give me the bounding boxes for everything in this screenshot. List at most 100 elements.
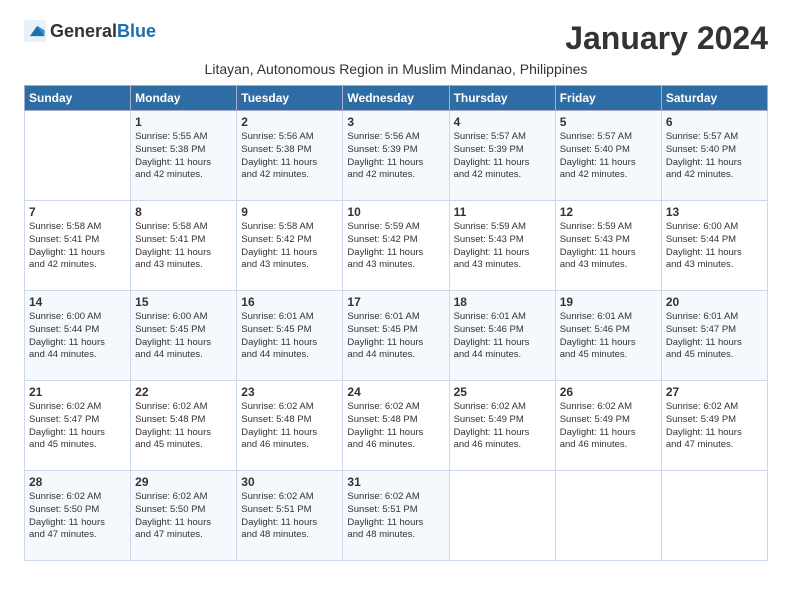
calendar-week-row: 7 Sunrise: 5:58 AM Sunset: 5:41 PM Daylig… — [25, 201, 768, 291]
day-info: Sunrise: 5:58 AM Sunset: 5:41 PM Dayligh… — [135, 221, 232, 272]
calendar-cell: 12Sunrise: 5:59 AM Sunset: 5:43 PM Dayli… — [555, 201, 661, 291]
day-number: 18 — [454, 295, 551, 309]
day-info: Sunrise: 6:02 AM Sunset: 5:51 PM Dayligh… — [241, 491, 338, 542]
day-number: 10 — [347, 205, 444, 219]
weekday-header-wednesday: Wednesday — [343, 86, 449, 111]
calendar-week-row: 28 Sunrise: 6:02 AM Sunset: 5:50 PM Dayli… — [25, 471, 768, 561]
day-info: Sunrise: 5:59 AM Sunset: 5:43 PM Dayligh… — [560, 221, 657, 272]
calendar-cell: 22 Sunrise: 6:02 AM Sunset: 5:48 PM Dayli… — [131, 381, 237, 471]
day-number: 2 — [241, 115, 338, 129]
calendar-cell: 23Sunrise: 6:02 AM Sunset: 5:48 PM Dayli… — [237, 381, 343, 471]
day-number: 7 — [29, 205, 126, 219]
day-info: Sunrise: 6:02 AM Sunset: 5:51 PM Dayligh… — [347, 491, 444, 542]
calendar-cell: 26 Sunrise: 6:02 AM Sunset: 5:49 PM Dayli… — [555, 381, 661, 471]
day-number: 1 — [135, 115, 232, 129]
day-number: 27 — [666, 385, 763, 399]
calendar-cell: 28Sunrise: 6:02 AM Sunset: 5:50 PM Dayli… — [25, 471, 131, 561]
weekday-header-sunday: Sunday — [25, 86, 131, 111]
day-info: Sunrise: 5:56 AM Sunset: 5:39 PM Dayligh… — [347, 131, 444, 182]
day-number: 4 — [454, 115, 551, 129]
weekday-header-monday: Monday — [131, 86, 237, 111]
calendar-cell: 24 Sunrise: 6:02 AM Sunset: 5:48 PM Dayli… — [343, 381, 449, 471]
day-info: Sunrise: 6:02 AM Sunset: 5:49 PM Dayligh… — [454, 401, 551, 452]
calendar-cell: 8 Sunrise: 5:58 AM Sunset: 5:41 PM Daylig… — [131, 201, 237, 291]
calendar-week-row: 1 Sunrise: 5:55 AM Sunset: 5:38 PM Daylig… — [25, 111, 768, 201]
day-info: Sunrise: 6:01 AM Sunset: 5:46 PM Dayligh… — [454, 311, 551, 362]
calendar-cell: 5 Sunrise: 5:57 AM Sunset: 5:40 PM Daylig… — [555, 111, 661, 201]
calendar-cell: 27 Sunrise: 6:02 AM Sunset: 5:49 PM Dayli… — [661, 381, 767, 471]
calendar-cell: 10Sunrise: 5:59 AM Sunset: 5:42 PM Dayli… — [343, 201, 449, 291]
calendar-cell: 20 Sunrise: 6:01 AM Sunset: 5:47 PM Dayli… — [661, 291, 767, 381]
day-info: Sunrise: 5:55 AM Sunset: 5:38 PM Dayligh… — [135, 131, 232, 182]
day-info: Sunrise: 6:00 AM Sunset: 5:44 PM Dayligh… — [29, 311, 126, 362]
calendar-cell: 29 Sunrise: 6:02 AM Sunset: 5:50 PM Dayli… — [131, 471, 237, 561]
day-number: 24 — [347, 385, 444, 399]
calendar-cell: 25 Sunrise: 6:02 AM Sunset: 5:49 PM Dayli… — [449, 381, 555, 471]
calendar-cell: 14 Sunrise: 6:00 AM Sunset: 5:44 PM Dayli… — [25, 291, 131, 381]
day-number: 9 — [241, 205, 338, 219]
day-number: 19 — [560, 295, 657, 309]
day-info: Sunrise: 6:00 AM Sunset: 5:44 PM Dayligh… — [666, 221, 763, 272]
day-number: 25 — [454, 385, 551, 399]
day-info: Sunrise: 6:02 AM Sunset: 5:48 PM Dayligh… — [135, 401, 232, 452]
calendar-cell: 7 Sunrise: 5:58 AM Sunset: 5:41 PM Daylig… — [25, 201, 131, 291]
generalblue-icon — [24, 20, 46, 42]
day-info: Sunrise: 6:02 AM Sunset: 5:49 PM Dayligh… — [666, 401, 763, 452]
logo-general: General — [50, 21, 117, 41]
day-number: 17 — [347, 295, 444, 309]
day-number: 3 — [347, 115, 444, 129]
calendar-week-row: 14 Sunrise: 6:00 AM Sunset: 5:44 PM Dayli… — [25, 291, 768, 381]
day-info: Sunrise: 6:00 AM Sunset: 5:45 PM Dayligh… — [135, 311, 232, 362]
calendar-cell: 11 Sunrise: 5:59 AM Sunset: 5:43 PM Dayli… — [449, 201, 555, 291]
calendar-cell — [449, 471, 555, 561]
calendar-cell: 15 Sunrise: 6:00 AM Sunset: 5:45 PM Dayli… — [131, 291, 237, 381]
calendar-cell: 17Sunrise: 6:01 AM Sunset: 5:45 PM Dayli… — [343, 291, 449, 381]
calendar-cell: 6Sunrise: 5:57 AM Sunset: 5:40 PM Daylig… — [661, 111, 767, 201]
weekday-header-row: SundayMondayTuesdayWednesdayThursdayFrid… — [25, 86, 768, 111]
calendar-table: SundayMondayTuesdayWednesdayThursdayFrid… — [24, 85, 768, 561]
day-number: 14 — [29, 295, 126, 309]
day-info: Sunrise: 5:59 AM Sunset: 5:43 PM Dayligh… — [454, 221, 551, 272]
calendar-cell: 31 Sunrise: 6:02 AM Sunset: 5:51 PM Dayli… — [343, 471, 449, 561]
calendar-cell: 4 Sunrise: 5:57 AM Sunset: 5:39 PM Daylig… — [449, 111, 555, 201]
calendar-cell — [661, 471, 767, 561]
weekday-header-saturday: Saturday — [661, 86, 767, 111]
weekday-header-thursday: Thursday — [449, 86, 555, 111]
calendar-cell: 19 Sunrise: 6:01 AM Sunset: 5:46 PM Dayli… — [555, 291, 661, 381]
day-info: Sunrise: 6:02 AM Sunset: 5:50 PM Dayligh… — [135, 491, 232, 542]
calendar-cell: 9 Sunrise: 5:58 AM Sunset: 5:42 PM Daylig… — [237, 201, 343, 291]
day-number: 28 — [29, 475, 126, 489]
day-number: 31 — [347, 475, 444, 489]
day-number: 6 — [666, 115, 763, 129]
day-info: Sunrise: 5:57 AM Sunset: 5:39 PM Dayligh… — [454, 131, 551, 182]
day-info: Sunrise: 5:58 AM Sunset: 5:41 PM Dayligh… — [29, 221, 126, 272]
day-number: 26 — [560, 385, 657, 399]
day-number: 15 — [135, 295, 232, 309]
day-info: Sunrise: 5:58 AM Sunset: 5:42 PM Dayligh… — [241, 221, 338, 272]
day-number: 29 — [135, 475, 232, 489]
day-info: Sunrise: 5:57 AM Sunset: 5:40 PM Dayligh… — [560, 131, 657, 182]
day-number: 23 — [241, 385, 338, 399]
day-info: Sunrise: 6:01 AM Sunset: 5:45 PM Dayligh… — [241, 311, 338, 362]
day-info: Sunrise: 6:02 AM Sunset: 5:49 PM Dayligh… — [560, 401, 657, 452]
calendar-subtitle: Litayan, Autonomous Region in Muslim Min… — [24, 61, 768, 77]
day-number: 5 — [560, 115, 657, 129]
calendar-cell: 3 Sunrise: 5:56 AM Sunset: 5:39 PM Daylig… — [343, 111, 449, 201]
calendar-cell: 21Sunrise: 6:02 AM Sunset: 5:47 PM Dayli… — [25, 381, 131, 471]
day-number: 8 — [135, 205, 232, 219]
day-number: 22 — [135, 385, 232, 399]
month-title: January 2024 — [565, 20, 768, 57]
weekday-header-tuesday: Tuesday — [237, 86, 343, 111]
day-info: Sunrise: 6:01 AM Sunset: 5:47 PM Dayligh… — [666, 311, 763, 362]
day-number: 20 — [666, 295, 763, 309]
calendar-cell: 2 Sunrise: 5:56 AM Sunset: 5:38 PM Daylig… — [237, 111, 343, 201]
calendar-week-row: 21Sunrise: 6:02 AM Sunset: 5:47 PM Dayli… — [25, 381, 768, 471]
day-info: Sunrise: 6:01 AM Sunset: 5:46 PM Dayligh… — [560, 311, 657, 362]
day-info: Sunrise: 5:56 AM Sunset: 5:38 PM Dayligh… — [241, 131, 338, 182]
calendar-cell — [555, 471, 661, 561]
calendar-cell: 30Sunrise: 6:02 AM Sunset: 5:51 PM Dayli… — [237, 471, 343, 561]
day-number: 11 — [454, 205, 551, 219]
calendar-cell: 18 Sunrise: 6:01 AM Sunset: 5:46 PM Dayli… — [449, 291, 555, 381]
logo-blue: Blue — [117, 21, 156, 41]
day-info: Sunrise: 6:02 AM Sunset: 5:48 PM Dayligh… — [347, 401, 444, 452]
